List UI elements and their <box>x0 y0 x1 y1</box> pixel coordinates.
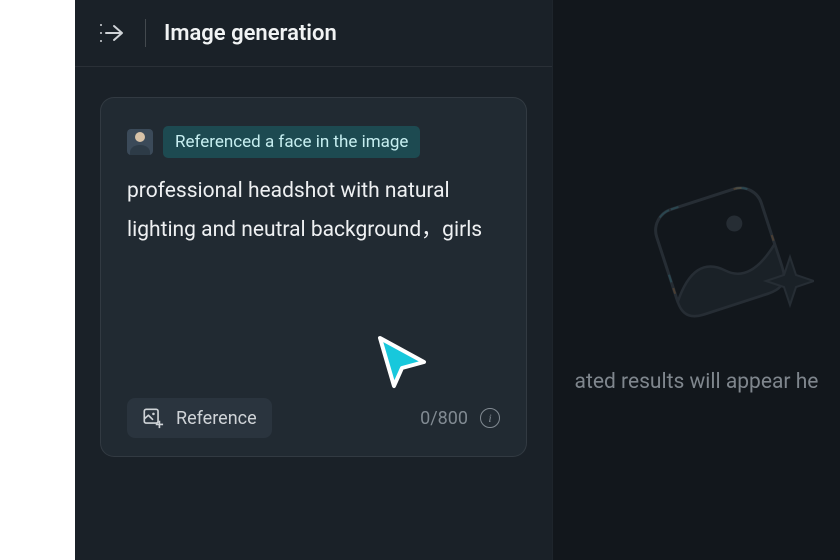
results-area: ated results will appear he <box>553 0 840 560</box>
reference-button-label: Reference <box>176 408 257 429</box>
panel-header: Image generation <box>75 0 552 67</box>
prompt-card-footer: Reference 0/800 i <box>127 384 500 438</box>
cursor-icon <box>370 330 434 394</box>
info-icon[interactable]: i <box>480 408 500 428</box>
panel-body: Referenced a face in the image professio… <box>75 67 552 560</box>
app-root: Image generation Referenced a face in th… <box>0 0 840 560</box>
prompt-card[interactable]: Referenced a face in the image professio… <box>100 97 527 457</box>
reference-thumbnail[interactable] <box>127 129 153 155</box>
header-divider <box>145 19 146 47</box>
reference-badge: Referenced a face in the image <box>163 126 420 158</box>
image-sparkle-icon <box>634 170 814 330</box>
prompt-text[interactable]: professional headshot with natural light… <box>127 172 500 250</box>
collapse-panel-icon[interactable] <box>97 18 127 48</box>
char-counter: 0/800 <box>420 408 468 429</box>
page-title: Image generation <box>164 21 337 46</box>
reference-button[interactable]: Reference <box>127 398 272 438</box>
left-margin-blank <box>0 0 75 560</box>
char-counter-group: 0/800 i <box>420 408 500 429</box>
sidebar-panel: Image generation Referenced a face in th… <box>75 0 553 560</box>
empty-state-text: ated results will appear he <box>553 370 840 394</box>
reference-badge-row: Referenced a face in the image <box>127 126 500 158</box>
image-add-icon <box>142 407 164 429</box>
